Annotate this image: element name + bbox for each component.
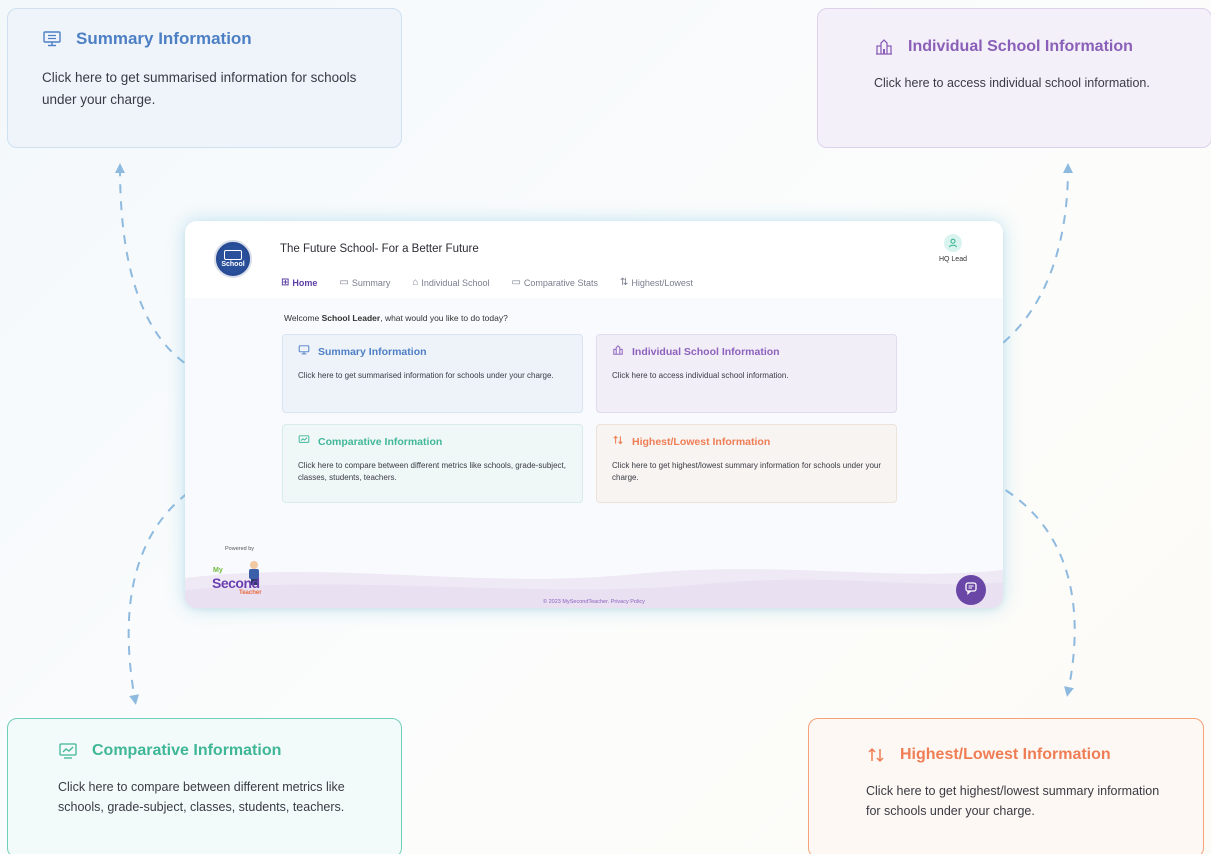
welcome-suffix: , what would you like to do today? <box>380 313 508 323</box>
footer-copyright[interactable]: © 2023 MySecondTeacher. Privacy Policy <box>185 599 1003 605</box>
app-header: School The Future School- For a Better F… <box>185 221 1003 298</box>
summary-callout[interactable]: Summary Information Click here to get su… <box>7 8 402 148</box>
summary-card[interactable]: Summary Information Click here to get su… <box>282 334 583 413</box>
highest-callout-title: Highest/Lowest Information <box>866 745 1169 765</box>
tab-highest-lowest[interactable]: ⇅ Highest/Lowest <box>620 277 693 288</box>
comparative-card-title-text: Comparative Information <box>318 435 443 448</box>
user-role: HQ Lead <box>938 256 967 263</box>
highest-callout-desc: Click here to get highest/lowest summary… <box>866 784 1160 818</box>
monitor-icon <box>298 344 310 359</box>
monitor-icon: ▭ <box>339 277 349 288</box>
school-icon <box>874 37 894 57</box>
tab-individual-school[interactable]: ⌂ Individual School <box>412 277 489 288</box>
brand-second: Second <box>212 575 260 591</box>
comparative-callout-title: Comparative Information <box>58 741 367 761</box>
grid-icon: ⊞ <box>281 277 290 288</box>
book-icon <box>224 250 242 260</box>
highest-callout-title-text: Highest/Lowest Information <box>900 746 1111 763</box>
comparative-card-desc: Click here to compare between different … <box>298 461 566 483</box>
app-preview: School The Future School- For a Better F… <box>185 221 1003 608</box>
brand-teacher: Teacher <box>239 590 262 596</box>
summary-card-title: Summary Information <box>298 344 567 359</box>
summary-callout-title-text: Summary Information <box>76 29 252 48</box>
school-icon: ⌂ <box>412 277 419 288</box>
sort-arrows-icon <box>612 434 624 449</box>
summary-callout-title: Summary Information <box>42 29 367 49</box>
individual-card-title-text: Individual School Information <box>632 345 780 358</box>
individual-callout-desc: Click here to access individual school i… <box>874 76 1150 90</box>
highest-card-title: Highest/Lowest Information <box>612 434 881 449</box>
summary-card-title-text: Summary Information <box>318 345 427 358</box>
user-menu[interactable]: HQ Lead <box>939 234 967 263</box>
chat-icon <box>964 581 978 600</box>
tab-individual-school-label: Individual School <box>421 277 490 288</box>
highest-card[interactable]: Highest/Lowest Information Click here to… <box>596 424 897 503</box>
comparative-card[interactable]: Comparative Information Click here to co… <box>282 424 583 503</box>
individual-callout[interactable]: Individual School Information Click here… <box>817 8 1211 148</box>
sort-arrows-icon <box>866 745 886 765</box>
tab-highest-lowest-label: Highest/Lowest <box>631 277 693 288</box>
highest-callout[interactable]: Highest/Lowest Information Click here to… <box>808 718 1204 854</box>
chart-icon <box>58 741 78 761</box>
tab-comparative-stats-label: Comparative Stats <box>523 277 598 288</box>
school-logo-text: School <box>221 261 245 268</box>
school-icon <box>612 344 624 359</box>
welcome-message: Welcome School Leader, what would you li… <box>284 313 508 323</box>
chart-icon <box>298 434 310 449</box>
main-nav: ⊞ Home ▭ Summary ⌂ Individual School ▭ C… <box>281 277 693 288</box>
welcome-name: School Leader <box>321 313 381 323</box>
individual-card-desc: Click here to access individual school i… <box>612 371 789 380</box>
user-icon <box>943 234 962 252</box>
highest-card-title-text: Highest/Lowest Information <box>632 435 771 448</box>
tab-comparative-stats[interactable]: ▭ Comparative Stats <box>511 277 597 288</box>
comparative-card-title: Comparative Information <box>298 434 567 449</box>
monitor-icon <box>42 29 62 49</box>
summary-callout-desc: Click here to get summarised information… <box>42 70 357 107</box>
comparative-callout-title-text: Comparative Information <box>92 742 282 759</box>
comparative-callout[interactable]: Comparative Information Click here to co… <box>7 718 402 854</box>
individual-callout-title-text: Individual School Information <box>908 38 1133 55</box>
highest-card-desc: Click here to get highest/lowest summary… <box>612 461 882 483</box>
tab-home[interactable]: ⊞ Home <box>281 277 317 288</box>
brand-my: My <box>213 567 223 574</box>
tab-home-label: Home <box>292 277 318 288</box>
tab-summary-label: Summary <box>351 277 391 288</box>
individual-card[interactable]: Individual School Information Click here… <box>596 334 897 413</box>
powered-by-label: Powered by <box>225 546 255 552</box>
tab-summary[interactable]: ▭ Summary <box>339 277 390 288</box>
chart-icon: ▭ <box>511 277 521 288</box>
welcome-prefix: Welcome <box>284 313 322 323</box>
chat-button[interactable] <box>956 575 986 605</box>
sort-arrows-icon: ⇅ <box>619 277 629 288</box>
school-logo[interactable]: School <box>214 240 252 278</box>
summary-card-desc: Click here to get summarised information… <box>298 371 554 380</box>
individual-card-title: Individual School Information <box>612 344 881 359</box>
comparative-callout-desc: Click here to compare between different … <box>58 780 345 814</box>
individual-callout-title: Individual School Information <box>874 37 1177 57</box>
page-title: The Future School- For a Better Future <box>280 243 479 255</box>
